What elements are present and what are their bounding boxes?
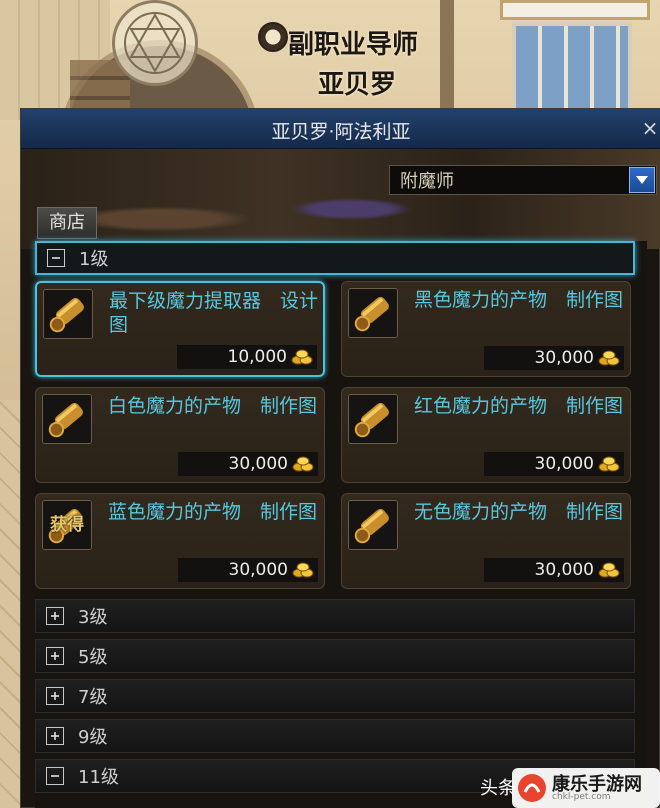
group-header[interactable]: 7级: [35, 679, 635, 713]
group-label: 1级: [79, 249, 109, 270]
job-select-value: 附魔师: [400, 171, 454, 192]
price-value: 30,000: [228, 454, 288, 474]
shop-window: 亚贝罗·阿法利亚 × 附魔师 商店 1级 最下级魔力提取器 设计图 10,000 黑色…: [20, 108, 660, 808]
price-value: 30,000: [228, 560, 288, 580]
job-select-dropdown[interactable]: 附魔师: [389, 165, 657, 195]
item-name: 黑色魔力的产物 制作图: [414, 289, 624, 311]
item-name: 无色魔力的产物 制作图: [414, 501, 624, 523]
close-button[interactable]: ×: [641, 117, 659, 139]
scroll-icon: [348, 500, 398, 550]
gold-coins-icon: [292, 456, 314, 472]
group-header[interactable]: 1级: [35, 241, 635, 275]
window-title: 亚贝罗·阿法利亚: [271, 121, 411, 143]
watermark-prefix: 头条: [480, 778, 516, 799]
magic-circle-emblem: [112, 0, 198, 86]
item-name: 白色魔力的产物 制作图: [108, 395, 318, 417]
shop-item-card[interactable]: 白色魔力的产物 制作图 30,000: [35, 387, 325, 483]
item-name: 最下级魔力提取器 设计图: [109, 290, 319, 336]
group-header[interactable]: 5级: [35, 639, 635, 673]
price-value: 30,000: [534, 560, 594, 580]
npc-emblem-icon: [258, 22, 288, 52]
shop-item-card[interactable]: 最下级魔力提取器 设计图 10,000: [35, 281, 325, 377]
group-header[interactable]: 9级: [35, 719, 635, 753]
group-header[interactable]: 3级: [35, 599, 635, 633]
tab-shop[interactable]: 商店: [37, 207, 97, 239]
shop-item-card[interactable]: 黑色魔力的产物 制作图 30,000: [341, 281, 631, 377]
price-value: 10,000: [227, 347, 287, 367]
item-name: 蓝色魔力的产物 制作图: [108, 501, 318, 523]
group-label: 11级: [78, 767, 119, 788]
shop-item-card[interactable]: 红色魔力的产物 制作图 30,000: [341, 387, 631, 483]
collapse-icon[interactable]: [47, 249, 65, 267]
item-price: 30,000: [178, 558, 318, 582]
collapse-icon[interactable]: [46, 767, 64, 785]
window-title-bar[interactable]: 亚贝罗·阿法利亚 ×: [21, 109, 660, 149]
obtained-label: 获得: [50, 515, 84, 535]
npc-name: 亚贝罗: [318, 70, 397, 100]
item-price: 10,000: [177, 345, 317, 369]
gold-coins-icon: [292, 562, 314, 578]
scroll-icon: [42, 394, 92, 444]
npc-portrait-banner: [21, 149, 660, 249]
price-value: 30,000: [534, 348, 594, 368]
gold-coins-icon: [598, 456, 620, 472]
item-price: 30,000: [484, 346, 624, 370]
watermark-logo-icon: [518, 774, 546, 802]
item-price: 30,000: [484, 452, 624, 476]
expand-icon[interactable]: [46, 727, 64, 745]
background-window: [512, 22, 632, 122]
scroll-icon: [43, 289, 93, 339]
chevron-down-icon[interactable]: [629, 167, 655, 193]
shop-item-list[interactable]: 1级 最下级魔力提取器 设计图 10,000 黑色魔力的产物 制作图 30,000 白色魔…: [35, 241, 647, 808]
group-label: 9级: [78, 727, 108, 748]
item-name: 红色魔力的产物 制作图: [414, 395, 624, 417]
group-label: 5级: [78, 647, 108, 668]
expand-icon[interactable]: [46, 687, 64, 705]
scroll-icon: [348, 288, 398, 338]
scroll-icon: [348, 394, 398, 444]
watermark-site-url: chkl-pet.com: [552, 792, 611, 802]
npc-role-title: 副职业导师: [288, 30, 419, 60]
expand-icon[interactable]: [46, 607, 64, 625]
price-value: 30,000: [534, 454, 594, 474]
obtained-scroll-icon: 获得: [42, 500, 92, 550]
npc-nameplate: 副职业导师 亚贝罗: [258, 18, 458, 100]
shop-item-card[interactable]: 获得 蓝色魔力的产物 制作图 30,000: [35, 493, 325, 589]
watermark-badge: 康乐手游网 chkl-pet.com: [512, 768, 660, 808]
shop-item-card[interactable]: 无色魔力的产物 制作图 30,000: [341, 493, 631, 589]
gold-coins-icon: [598, 350, 620, 366]
group-label: 7级: [78, 687, 108, 708]
group-label: 3级: [78, 607, 108, 628]
expand-icon[interactable]: [46, 647, 64, 665]
gold-coins-icon: [598, 562, 620, 578]
item-price: 30,000: [178, 452, 318, 476]
background-sign: [500, 0, 650, 20]
item-price: 30,000: [484, 558, 624, 582]
watermark: 头条 康乐手游网 chkl-pet.com: [480, 768, 660, 808]
gold-coins-icon: [291, 349, 313, 365]
